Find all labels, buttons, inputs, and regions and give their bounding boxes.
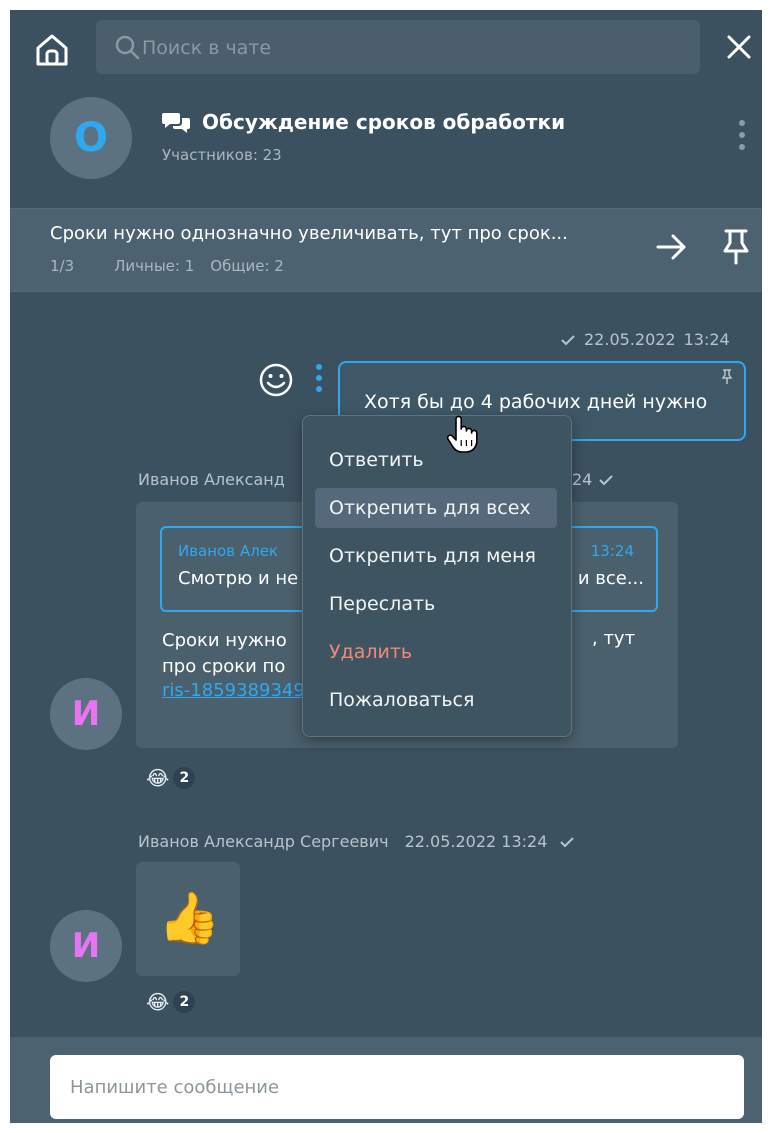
message1-author: Иванов Александ xyxy=(138,470,285,489)
pinned-next-button[interactable] xyxy=(654,229,690,265)
menu-item-unpin-all[interactable]: Открепить для всех xyxy=(315,488,557,528)
smile-icon xyxy=(259,363,293,397)
own-message-meta: 22.05.2022 13:24 xyxy=(560,330,730,349)
arrow-right-icon xyxy=(656,234,686,260)
message1-meta: Иванов Александ xyxy=(138,470,285,489)
quote-author: Иванов Алек xyxy=(178,542,278,560)
search-icon xyxy=(115,35,140,60)
group-chat-icon xyxy=(162,113,190,133)
chat-more-button[interactable] xyxy=(734,120,750,160)
message1-meta-time: 24 xyxy=(572,470,614,489)
check-icon xyxy=(560,836,575,847)
thumbs-up-emoji-icon: 👍 xyxy=(158,889,221,947)
chat-avatar: О xyxy=(50,97,132,179)
pinned-counter: 1/3 xyxy=(50,257,75,275)
chat-window: О Обсуждение сроков обработки Участников… xyxy=(10,10,762,1123)
pinned-meta: 1/3 Личные: 1 Общие: 2 xyxy=(50,257,284,275)
quote-time: 13:24 xyxy=(590,542,634,560)
user-avatar-letter: И xyxy=(71,694,101,734)
menu-item-delete[interactable]: Удалить xyxy=(315,632,557,672)
message-context-menu: Ответить Открепить для всех Открепить дл… xyxy=(302,415,572,737)
message1-reaction[interactable]: 😂 2 xyxy=(146,766,196,790)
message2-bubble[interactable]: 👍 xyxy=(136,862,240,976)
pin-icon xyxy=(723,229,749,265)
reaction-count: 2 xyxy=(173,991,196,1013)
message2-datetime: 22.05.2022 13:24 xyxy=(404,832,548,851)
own-message-text: Хотя бы до 4 рабочих дней нужно xyxy=(364,391,708,413)
compose-bar xyxy=(10,1037,762,1123)
pinned-message-text: Сроки нужно однозначно увеличивать, тут … xyxy=(50,223,568,244)
menu-item-unpin-me[interactable]: Открепить для меня xyxy=(315,536,557,576)
message-input[interactable] xyxy=(50,1055,744,1119)
message2-author: Иванов Александр Сергеевич xyxy=(138,832,389,851)
laugh-emoji-icon: 😂 xyxy=(146,990,170,1014)
message2-meta: Иванов Александр Сергеевич 22.05.2022 13… xyxy=(138,832,575,851)
more-vertical-icon xyxy=(734,120,750,150)
message1-time: 24 xyxy=(572,470,593,489)
pinned-personal-count: Личные: 1 xyxy=(114,257,195,275)
user-avatar[interactable]: И xyxy=(50,678,122,750)
check-icon xyxy=(561,334,575,345)
message1-link[interactable]: ris-1859389349 xyxy=(162,680,305,701)
close-button[interactable] xyxy=(724,32,754,62)
laugh-emoji-icon: 😂 xyxy=(146,766,170,790)
reaction-count: 2 xyxy=(173,767,196,789)
own-message-time: 13:24 xyxy=(683,330,730,349)
own-message-date: 22.05.2022 xyxy=(584,330,676,349)
more-vertical-icon xyxy=(312,364,326,392)
chat-title: Обсуждение сроков обработки xyxy=(202,110,566,134)
message2-reaction[interactable]: 😂 2 xyxy=(146,990,196,1014)
search-input[interactable] xyxy=(140,20,684,76)
message1-text-end: , тут xyxy=(592,628,636,649)
chat-members-count: Участников: 23 xyxy=(162,146,282,164)
user-avatar[interactable]: И xyxy=(50,910,122,982)
menu-item-forward[interactable]: Переслать xyxy=(315,584,557,624)
pin-icon xyxy=(721,369,733,384)
close-icon xyxy=(727,35,751,59)
message-actions-button[interactable] xyxy=(312,364,326,400)
home-icon xyxy=(36,34,68,66)
user-avatar-letter: И xyxy=(71,926,101,966)
pinned-list-button[interactable] xyxy=(718,227,754,267)
chat-title-row: Обсуждение сроков обработки xyxy=(162,110,565,134)
chat-avatar-letter: О xyxy=(73,115,108,161)
pinned-common-count: Общие: 2 xyxy=(210,257,284,275)
menu-item-report[interactable]: Пожаловаться xyxy=(315,680,557,720)
reaction-button[interactable] xyxy=(258,362,294,398)
search-box[interactable] xyxy=(96,20,700,76)
menu-item-reply[interactable]: Ответить xyxy=(315,440,557,480)
hand-cursor-icon xyxy=(446,415,478,453)
check-icon xyxy=(599,474,614,485)
quote-text: Смотрю и не xyxy=(178,568,299,589)
home-button[interactable] xyxy=(34,32,70,68)
quote-text-end: и все... xyxy=(577,568,644,589)
pinned-messages-bar[interactable]: Сроки нужно однозначно увеличивать, тут … xyxy=(10,208,762,292)
